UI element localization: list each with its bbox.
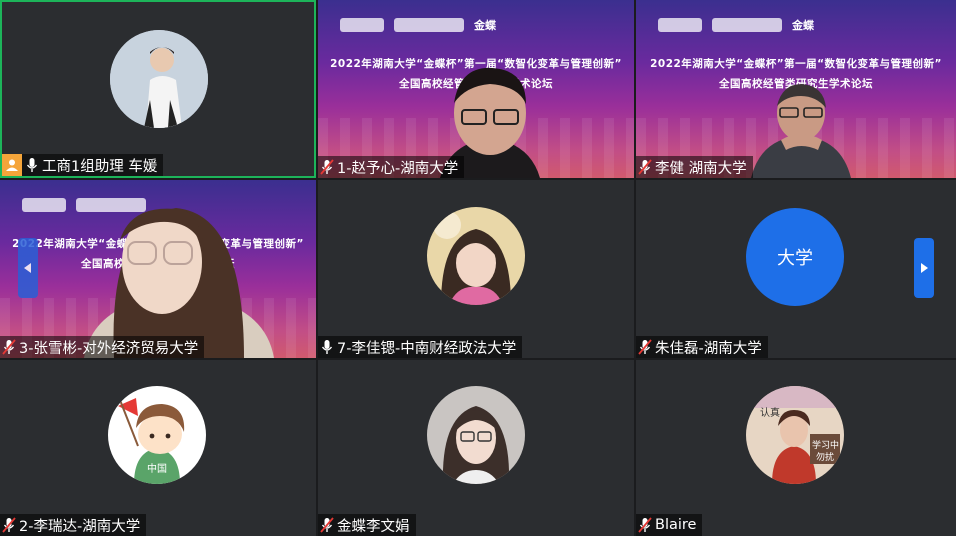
avatar-badge-text: 中国 bbox=[147, 462, 167, 475]
video-tile-1[interactable]: 工商1组助理 车媛 bbox=[0, 0, 316, 178]
microphone-icon bbox=[321, 340, 333, 354]
slide-title-line1: 2022年湖南大学“金蝶杯”第一届“数智化变革与管理创新” bbox=[650, 58, 942, 70]
microphone-muted-icon bbox=[2, 517, 16, 533]
participant-name-bar: 工商1组助理 车媛 bbox=[2, 154, 164, 176]
participant-name: 3-张雪彬-对外经济贸易大学 bbox=[19, 340, 199, 357]
avatar-initials: 大学 bbox=[777, 248, 813, 269]
slide-logos: 金蝶 bbox=[340, 16, 496, 34]
microphone-muted-icon bbox=[2, 339, 16, 355]
microphone-icon bbox=[26, 158, 38, 172]
participant-name-bar: 3-张雪彬-对外经济贸易大学 bbox=[0, 336, 205, 358]
video-tile-2[interactable]: 金蝶 2022年湖南大学“金蝶杯”第一届“数智化变革与管理创新” 全国高校经管类… bbox=[318, 0, 634, 178]
participant-name-bar: 李健 湖南大学 bbox=[636, 156, 753, 178]
participant-avatar: 大学 bbox=[746, 208, 844, 306]
slide-logos: 金蝶 bbox=[658, 16, 814, 34]
participant-avatar bbox=[427, 207, 525, 305]
sign-text-3: 勿扰 bbox=[816, 451, 834, 463]
sign-text-2: 学习中 bbox=[812, 439, 839, 451]
sign-text-1: 认真 bbox=[760, 406, 780, 419]
participant-name: 李健 湖南大学 bbox=[655, 160, 747, 177]
video-tile-7[interactable]: 中国 2-李瑞达-湖南大学 bbox=[0, 360, 316, 536]
participant-name: 7-李佳锶-中南财经政法大学 bbox=[337, 340, 517, 357]
prev-page-button[interactable] bbox=[18, 238, 38, 298]
participant-name-bar: 朱佳磊-湖南大学 bbox=[636, 336, 768, 358]
video-tile-8[interactable]: 金蝶李文娟 bbox=[318, 360, 634, 536]
participant-name-bar: 1-赵予心-湖南大学 bbox=[318, 156, 465, 178]
participant-name: 1-赵予心-湖南大学 bbox=[337, 160, 459, 177]
video-tile-6[interactable]: 大学 朱佳磊-湖南大学 bbox=[636, 180, 956, 358]
participant-avatar: 中国 bbox=[108, 386, 206, 484]
participant-name: 2-李瑞达-湖南大学 bbox=[19, 518, 141, 535]
participant-avatar bbox=[110, 30, 208, 128]
microphone-muted-icon bbox=[638, 339, 652, 355]
participant-video bbox=[751, 84, 851, 178]
participant-avatar bbox=[427, 386, 525, 484]
slide-logo-text: 金蝶 bbox=[474, 19, 496, 32]
video-tile-9[interactable]: 认真 学习中 勿扰 Blaire bbox=[636, 360, 956, 536]
microphone-muted-icon bbox=[638, 159, 652, 175]
slide-logo-text: 金蝶 bbox=[792, 19, 814, 32]
participant-name-bar: 7-李佳锶-中南财经政法大学 bbox=[318, 336, 523, 358]
participant-name-bar: Blaire bbox=[636, 514, 703, 536]
participant-avatar: 认真 学习中 勿扰 bbox=[746, 386, 844, 484]
video-tile-3[interactable]: 金蝶 2022年湖南大学“金蝶杯”第一届“数智化变革与管理创新” 全国高校经管类… bbox=[636, 0, 956, 178]
chevron-right-icon bbox=[921, 263, 928, 273]
participant-name-bar: 金蝶李文娟 bbox=[318, 514, 416, 536]
participant-name: 朱佳磊-湖南大学 bbox=[655, 340, 762, 357]
participant-name: 工商1组助理 车媛 bbox=[42, 158, 158, 175]
next-page-button[interactable] bbox=[914, 238, 934, 298]
microphone-muted-icon bbox=[320, 517, 334, 533]
video-tile-5[interactable]: 7-李佳锶-中南财经政法大学 bbox=[318, 180, 634, 358]
microphone-muted-icon bbox=[320, 159, 334, 175]
participant-name-bar: 2-李瑞达-湖南大学 bbox=[0, 514, 147, 536]
host-icon bbox=[2, 154, 22, 176]
participant-name: Blaire bbox=[655, 517, 697, 533]
participant-name: 金蝶李文娟 bbox=[337, 518, 410, 535]
chevron-left-icon bbox=[24, 263, 31, 273]
microphone-muted-icon bbox=[638, 517, 652, 533]
participant-video bbox=[84, 208, 274, 358]
video-tile-4[interactable]: 2022年湖南大学“金蝶杯”第一届“数智化变革与管理创新” 全国高校经管类研究生… bbox=[0, 180, 316, 358]
